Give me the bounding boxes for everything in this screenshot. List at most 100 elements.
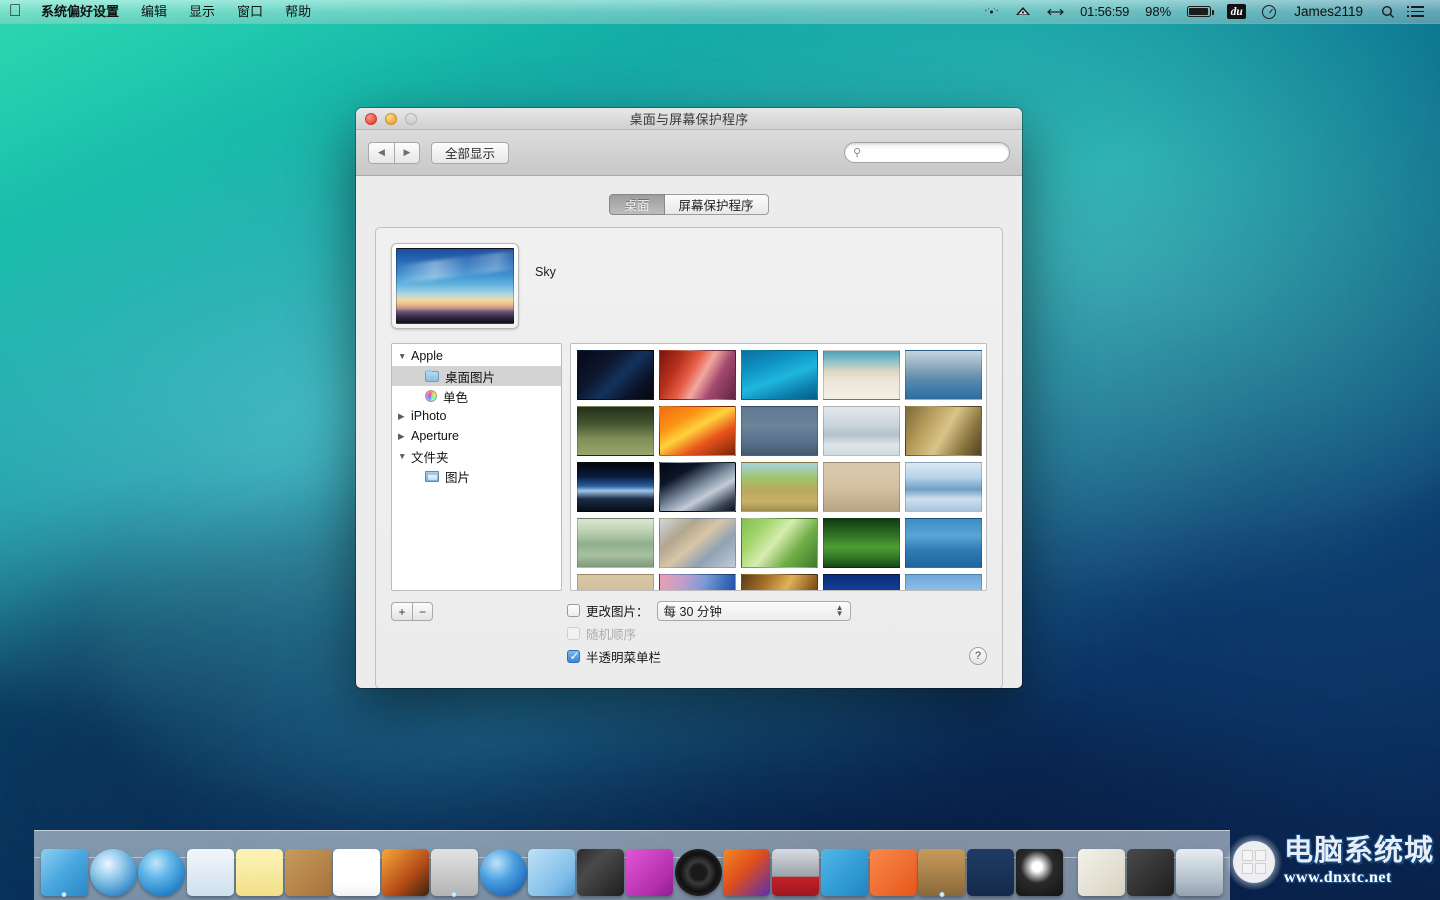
apple-menu[interactable]:  [0,3,30,20]
wallpaper-thumbnail-galaxy-andromeda[interactable] [577,350,654,400]
wallpaper-thumbnail-cloudy-abstract[interactable] [659,518,736,568]
wallpaper-thumbnail-ice-river-aerial[interactable] [905,462,982,512]
dock-item-iphoto[interactable] [381,840,430,896]
disclosure-triangle-icon[interactable]: ▼ [398,351,409,361]
time-machine-icon[interactable] [1254,0,1284,24]
input-method-icon[interactable]: du [1219,0,1254,24]
wallpaper-thumbnail-blue-water-waves[interactable] [741,350,818,400]
wallpaper-thumbnail-lily-pads[interactable] [577,518,654,568]
dock-item-autocad[interactable] [771,840,820,896]
notification-center-icon[interactable] [1403,0,1432,24]
dock-item-matlab[interactable] [723,840,772,896]
wallpaper-thumbnail-green-grass-blades[interactable] [823,518,900,568]
wallpaper-thumbnail-antelope-canyon[interactable] [659,350,736,400]
matlab-icon [723,849,770,896]
dock-item-google-earth[interactable] [479,840,528,896]
wallpaper-thumbnail-earth-surface[interactable] [659,462,736,512]
add-folder-button[interactable]: + [391,602,412,621]
dock-item-photoshop[interactable] [966,840,1015,896]
menu-item-help[interactable]: 帮助 [274,0,322,24]
wallpaper-thumbnail-golden-reeds-bird[interactable] [905,406,982,456]
dock-item-things-todo[interactable] [625,840,674,896]
wallpaper-preview-frame[interactable] [391,243,519,329]
dock-item-xcode[interactable] [528,840,577,896]
disclosure-triangle-icon[interactable]: ▶ [398,411,409,422]
remove-folder-button[interactable]: − [412,602,433,621]
dock-item-downloads-stack[interactable] [1126,840,1175,896]
dock-item-qq-penguin[interactable] [1015,840,1064,896]
change-interval-popup[interactable]: 每 30 分钟 ▲▼ [657,601,851,621]
source-item-0[interactable]: ▼Apple [392,346,561,366]
menu-item-view[interactable]: 显示 [178,0,226,24]
wallpaper-thumbnail-green-tree-frog[interactable] [741,518,818,568]
watermark-text: 电脑系统城 www.dnxtc.net [1284,837,1434,887]
disclosure-triangle-icon[interactable]: ▶ [398,431,409,442]
random-order-checkbox[interactable] [567,627,580,640]
dock-item-system-preferences[interactable] [430,840,479,896]
wallpaper-thumbnail-dark-blue-sky[interactable] [823,574,900,591]
pics-icon [425,471,439,482]
dock-item-notes[interactable] [235,840,284,896]
wallpaper-thumbnail-beach-shoreline[interactable] [823,350,900,400]
wallpaper-thumbnail-blue-forest-mist[interactable] [905,350,982,400]
wallpaper-thumbnail-desert-tan[interactable] [577,574,654,591]
dock-item-contacts[interactable] [284,840,333,896]
spotlight-search-icon[interactable] [1373,0,1403,24]
source-item-2[interactable]: 单色 [392,386,561,406]
tab-desktop[interactable]: 桌面 [609,194,664,215]
dock-item-trash[interactable] [1175,840,1224,896]
dock-item-keynote-stand[interactable] [918,840,967,896]
menu-item-system-preferences[interactable]: 系统偏好设置 [30,0,130,24]
show-all-button[interactable]: 全部显示 [431,142,509,164]
dock-item-final-cut-pro[interactable] [576,840,625,896]
change-interval-value: 每 30 分钟 [664,601,722,620]
wallpaper-thumbnail-elephant-savanna[interactable] [741,462,818,512]
dock-item-keynote-p[interactable] [869,840,918,896]
wallpaper-thumbnail-misty-lake[interactable] [823,406,900,456]
window-titlebar[interactable]: 桌面与屏幕保护程序 [356,108,1022,130]
source-item-1[interactable]: 桌面图片 [392,366,561,386]
source-item-4[interactable]: ▶Aperture [392,426,561,446]
source-item-6[interactable]: 图片 [392,466,561,486]
search-input[interactable] [866,146,1001,160]
wallpaper-source-list[interactable]: ▼Apple桌面图片单色▶iPhoto▶Aperture▼文件夹图片 [391,343,562,591]
back-button[interactable]: ◀ [368,142,394,164]
dock-item-mail-stamp[interactable] [186,840,235,896]
menu-bar-user-name[interactable]: James2119 [1284,0,1373,24]
system-preferences-icon [431,849,478,896]
wallpaper-thumbnail-earth-from-space[interactable] [577,462,654,512]
wallpaper-thumbnail-blue-water-texture[interactable] [905,518,982,568]
dock-item-camera-lens[interactable] [674,840,723,896]
menu-bar-clock[interactable]: 01:56:59 [1072,0,1137,24]
wallpaper-thumbnail-pink-blue-sky[interactable] [659,574,736,591]
airplay-icon[interactable] [976,0,1007,24]
dock-item-calendar[interactable] [333,840,382,896]
wallpaper-thumbnail-lion-portrait[interactable] [741,574,818,591]
wallpaper-thumbnail-grass-seedheads[interactable] [577,406,654,456]
menu-item-window[interactable]: 窗口 [226,0,274,24]
forward-button[interactable]: ▶ [394,142,420,164]
dock-item-documents-stack[interactable] [1078,840,1127,896]
source-item-3[interactable]: ▶iPhoto [392,406,561,426]
menu-item-edit[interactable]: 编辑 [130,0,178,24]
wallpaper-grid-scroll[interactable] [570,343,987,591]
watermark-site-name: 电脑系统城 [1284,837,1434,866]
wallpaper-thumbnail-autumn-orange-water[interactable] [659,406,736,456]
search-field[interactable]: ⚲ [844,142,1010,163]
help-button[interactable]: ? [969,647,987,665]
tab-screensaver[interactable]: 屏幕保护程序 [665,194,769,215]
apple-logo-icon:  [9,2,22,19]
dock-item-safari[interactable] [89,840,138,896]
source-item-5[interactable]: ▼文件夹 [392,446,561,466]
dock-item-finder[interactable] [40,840,89,896]
change-picture-checkbox[interactable] [567,604,580,617]
wallpaper-thumbnail-light-blue-sky[interactable] [905,574,982,591]
wallpaper-thumbnail-desert-birds[interactable] [823,462,900,512]
wallpaper-thumbnail-water-ripples[interactable] [741,406,818,456]
wifi-icon[interactable] [1007,0,1039,24]
disclosure-triangle-icon[interactable]: ▼ [398,451,409,461]
dock-item-itunes[interactable] [138,840,187,896]
translucent-menubar-checkbox[interactable] [567,650,580,663]
battery-icon[interactable] [1179,0,1219,24]
dock-item-microsoft-word[interactable] [820,840,869,896]
